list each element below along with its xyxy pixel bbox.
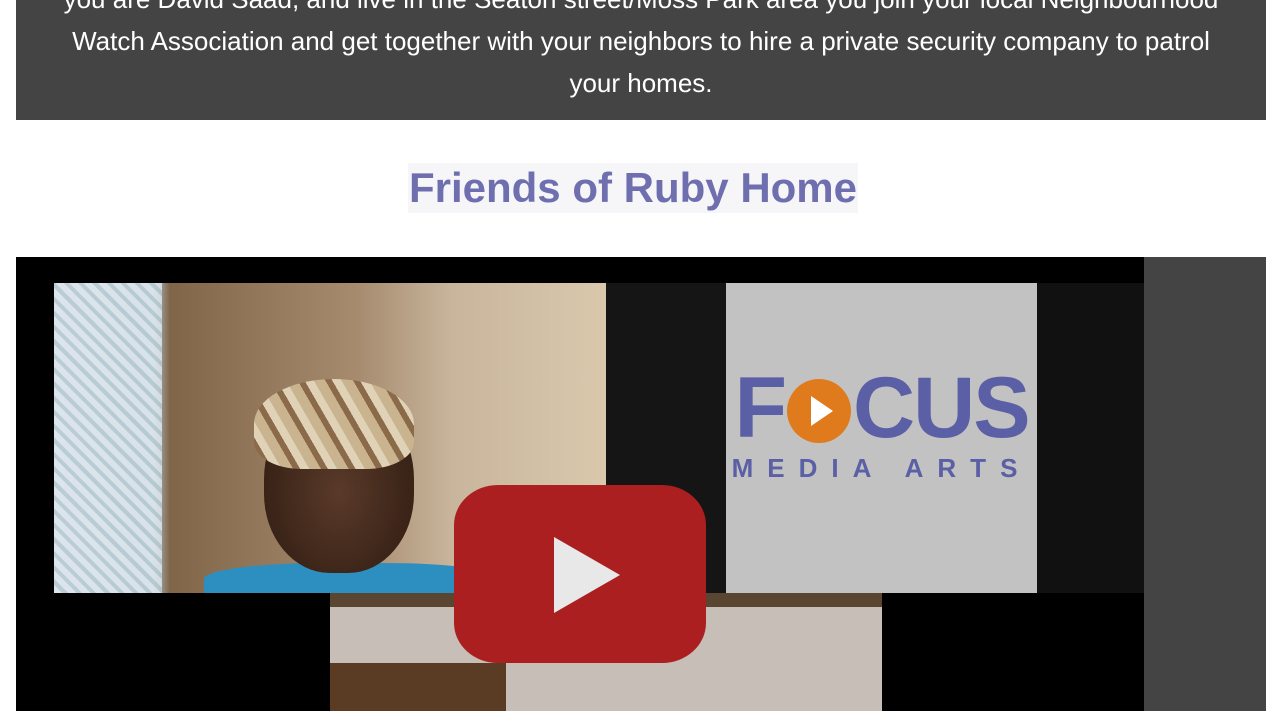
youtube-play-button[interactable] (454, 485, 706, 663)
video-dark-panel-right (1037, 283, 1144, 593)
video-thumbnail[interactable]: F CUS MEDIA ARTS (16, 257, 1144, 711)
section-title: Friends of Ruby Home (0, 163, 1266, 213)
video-embed[interactable]: F CUS MEDIA ARTS (16, 257, 1266, 711)
person-headwrap (254, 379, 414, 469)
section-title-text: Friends of Ruby Home (407, 163, 859, 213)
logo-play-o-icon (786, 379, 851, 443)
logo-letters-cus: CUS (852, 360, 1031, 456)
video-top-strip (16, 257, 1144, 283)
intro-text-box: you are David Saad, and live in the Seat… (16, 0, 1266, 120)
intro-text: you are David Saad, and live in the Seat… (64, 0, 1219, 98)
focus-media-arts-logo: F CUS MEDIA ARTS (726, 283, 1037, 593)
curtain (54, 283, 162, 593)
picture-frame (330, 663, 506, 711)
youtube-play-icon[interactable] (554, 537, 620, 613)
logo-focus-text: F CUS (726, 365, 1037, 451)
logo-letter-f: F (734, 360, 787, 456)
logo-subtitle: MEDIA ARTS (731, 453, 1032, 483)
